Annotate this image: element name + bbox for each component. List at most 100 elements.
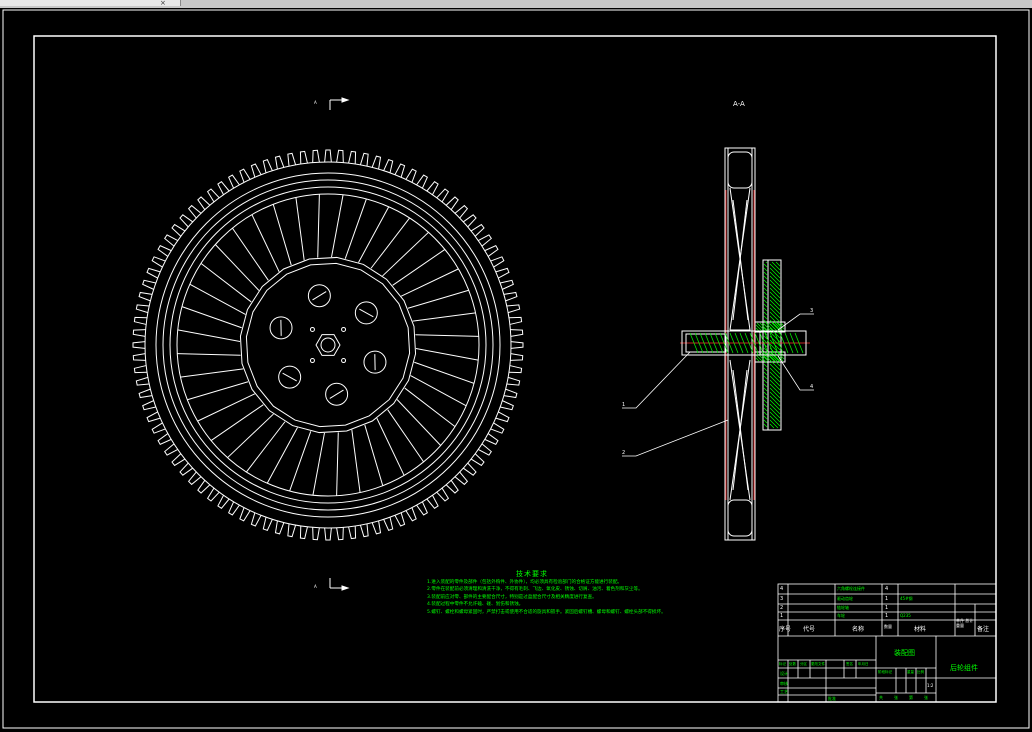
cad-drawing-canvas: A A A-A 1 2 3 4 xyxy=(2,9,1030,729)
spoke xyxy=(210,404,264,441)
stage-weight: 重量 xyxy=(907,670,914,674)
notes-line-2: 2.零件在装配前必须清理和清洗干净，不得有毛刺、飞边、氧化皮、锈蚀、切屑、油污、… xyxy=(427,587,643,593)
role-design: 设计 xyxy=(780,671,788,676)
bom-header-remark: 备注 xyxy=(977,626,990,633)
gear-tooth xyxy=(217,495,230,509)
gear-tooth xyxy=(426,495,439,509)
hatch-line xyxy=(769,311,781,323)
document-tab[interactable] xyxy=(0,0,181,6)
spoke xyxy=(331,194,344,258)
gear-tooth xyxy=(463,462,477,476)
spoke xyxy=(245,421,286,473)
spoke xyxy=(351,429,361,493)
hatch-line xyxy=(769,295,781,307)
gear-tooth xyxy=(470,223,485,237)
spoke xyxy=(232,227,269,281)
gear-tooth xyxy=(171,453,186,467)
gear-tooth xyxy=(274,155,285,170)
gear-tooth xyxy=(348,525,357,540)
hatch-line xyxy=(763,291,768,296)
scale-value: 1:2 xyxy=(927,683,934,688)
hub-bolt-holes xyxy=(269,284,387,406)
spoke xyxy=(189,283,246,315)
gear-tooth xyxy=(510,341,524,349)
wheel-spokes xyxy=(177,194,479,496)
gear-tooth xyxy=(324,149,332,163)
small-hole xyxy=(309,326,315,332)
hatch-line xyxy=(769,287,781,299)
hatch-line xyxy=(763,375,768,380)
bom-qty-2: 1 xyxy=(885,605,889,611)
hatch-line xyxy=(763,271,768,276)
spoke xyxy=(407,289,469,309)
hatch-line xyxy=(763,303,768,308)
hatch-line xyxy=(763,279,768,284)
hatch-line xyxy=(765,261,768,264)
spoke xyxy=(180,368,244,378)
bolt-hole-slot xyxy=(282,372,297,382)
gear-tooth xyxy=(133,365,148,374)
hatch-line xyxy=(755,324,763,332)
gear-tooth xyxy=(299,525,308,540)
hatch-line xyxy=(769,415,781,427)
hatch-line xyxy=(769,275,781,287)
bom-no-4: 4 xyxy=(780,586,784,592)
gear-tooth xyxy=(426,181,439,195)
hatch-line xyxy=(763,399,768,404)
sign-mark: 标记 xyxy=(779,662,786,666)
gear-tooth xyxy=(371,155,382,170)
hatch-line xyxy=(763,267,768,272)
hub-flange xyxy=(239,256,417,434)
gear-tooth xyxy=(206,188,220,203)
gear-tooth xyxy=(206,487,220,502)
bom-no-1: 1 xyxy=(780,613,784,619)
gear-tooth xyxy=(436,188,450,203)
leader-lines xyxy=(622,313,814,457)
sign-change-doc: 更改文件号 xyxy=(811,662,825,666)
close-icon[interactable]: × xyxy=(160,0,166,7)
spoke xyxy=(387,409,424,463)
hatch-line xyxy=(775,261,781,267)
hatch-line xyxy=(769,399,781,411)
sheet-index-suffix: 张 xyxy=(924,695,928,700)
hatch-line xyxy=(763,387,768,392)
hatch-line xyxy=(763,275,768,280)
hatch-line xyxy=(769,307,781,319)
gear-tooth xyxy=(324,527,332,541)
bom-header-material: 材料 xyxy=(914,626,927,633)
role-process: 工艺 xyxy=(780,689,788,694)
spoke xyxy=(295,197,305,261)
spoke xyxy=(382,231,429,277)
hatch-line xyxy=(769,263,781,275)
gear-tooth xyxy=(274,520,285,535)
hatch-line xyxy=(763,391,768,396)
gear-tooth xyxy=(197,480,211,494)
spoke xyxy=(392,249,446,286)
hatch-line xyxy=(769,283,781,295)
bom-no-3: 3 xyxy=(780,596,784,602)
hatch-line xyxy=(769,291,781,303)
section-letter-top: A xyxy=(314,100,317,105)
gear-tooth xyxy=(197,196,211,210)
hatch-line xyxy=(769,367,781,379)
sign-date: 年月日 xyxy=(858,662,869,666)
spoke xyxy=(410,375,467,407)
gear-tooth xyxy=(506,304,521,314)
bom-name-3: 驱动齿轮 xyxy=(837,596,853,601)
bom-qty-1: 1 xyxy=(885,613,889,619)
bom-header-qty: 数量 xyxy=(884,624,892,629)
gear-tooth xyxy=(299,150,308,165)
gear-tooth xyxy=(133,316,148,325)
gear-tooth xyxy=(503,291,518,302)
hatch-line xyxy=(769,423,775,429)
callout-4: 4 xyxy=(810,384,813,390)
section-letter-bottom: A xyxy=(314,584,317,589)
bom-header-no: 序号 xyxy=(779,626,792,633)
gear-tooth xyxy=(348,150,357,165)
callout-2: 2 xyxy=(622,450,625,456)
hatch-line xyxy=(763,299,768,304)
bom-material-3: 45#钢 xyxy=(900,596,913,601)
hatch-line xyxy=(769,407,781,419)
gear-tooth xyxy=(187,471,202,486)
bom-qty-4: 4 xyxy=(885,586,889,592)
